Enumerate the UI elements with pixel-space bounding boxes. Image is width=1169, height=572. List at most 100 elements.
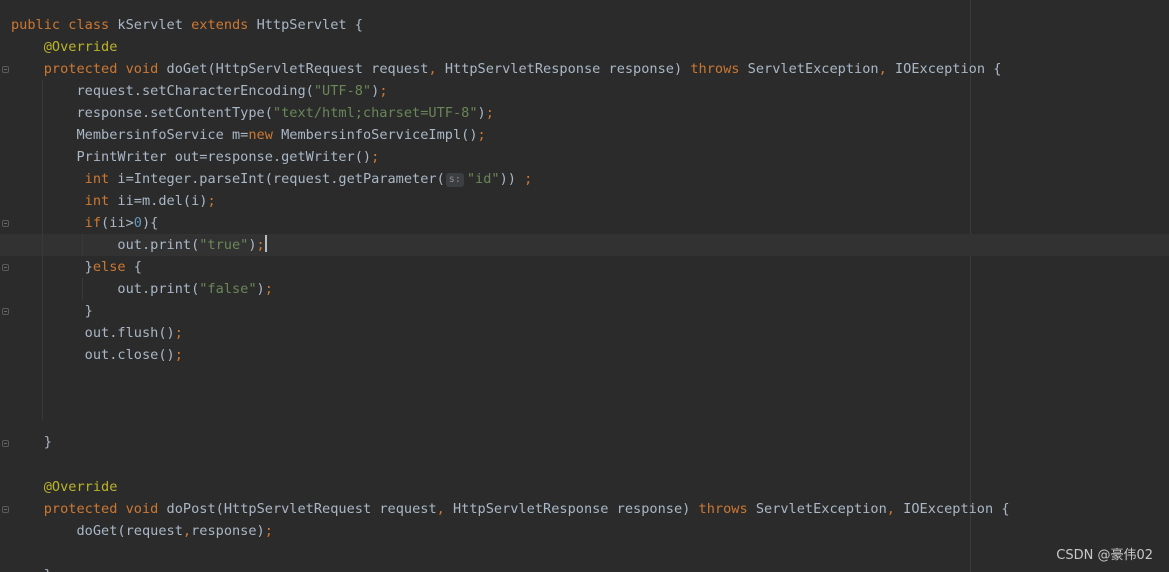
code-line[interactable]: @Override [11,476,118,498]
code-token: extends [191,17,249,33]
code-token: out.close() [84,347,175,363]
code-line[interactable]: } [11,300,93,322]
code-token: @Override [43,39,118,55]
parameter-name-hint: s: [445,173,464,187]
code-token: "true" [199,237,249,253]
code-token: } [84,259,93,275]
code-token: "id" [466,171,500,187]
code-token: )) [499,171,525,187]
code-token: ) [477,105,486,121]
code-line[interactable]: int ii=m.del(i); [11,190,216,212]
code-token: , [428,61,437,77]
code-token: , [878,61,887,77]
code-token: if [84,215,102,231]
code-line[interactable]: } [11,564,52,572]
code-line[interactable]: } [11,431,52,453]
code-token: HttpServletResponse response) [436,61,691,77]
code-token: out.print( [117,237,200,253]
code-line[interactable]: protected void doGet(HttpServletRequest … [11,58,1002,80]
code-line[interactable]: out.print("true"); [11,234,267,256]
code-token: ; [256,237,265,253]
code-token: ; [264,523,273,539]
code-token: ){ [141,215,159,231]
code-token: kServlet [117,17,183,33]
code-token: HttpServletResponse response) [444,501,699,517]
code-token: out.print( [117,281,200,297]
code-token: , [886,501,895,517]
code-token: doGet(HttpServletRequest request [166,61,429,77]
code-token: MembersinfoServiceImpl() [272,127,478,143]
code-token: int [84,171,110,187]
code-token: ServletException [747,501,887,517]
code-token: protected [43,61,118,77]
fold-icon[interactable] [2,66,9,73]
code-token: void [125,61,159,77]
code-token: } [84,303,93,319]
code-token: ; [264,281,273,297]
code-token: ; [524,171,533,187]
code-token: ; [477,127,486,143]
fold-icon[interactable] [2,440,9,447]
fold-icon[interactable] [2,506,9,513]
code-token: ; [207,193,216,209]
code-token: { [125,259,142,275]
code-editor[interactable]: public class kServlet extends HttpServle… [0,0,1169,572]
code-token: } [44,567,52,572]
code-token: MembersinfoService m= [76,127,249,143]
code-token: ; [371,149,380,165]
code-line[interactable]: out.close(); [11,344,183,366]
code-line[interactable]: doGet(request,response); [11,520,273,542]
code-token: @Override [43,479,118,495]
code-token: protected [43,501,118,517]
code-token: HttpServlet { [256,17,363,33]
code-token: "false" [199,281,257,297]
code-token: i=Integer.parseInt(request.getParameter( [109,171,445,187]
code-token: 0 [133,215,142,231]
code-token: else [92,259,126,275]
fold-icon[interactable] [2,264,9,271]
code-token: ; [379,83,388,99]
code-line[interactable]: if(ii>0){ [11,212,159,234]
code-line[interactable]: PrintWriter out=response.getWriter(); [11,146,379,168]
code-token: , [182,523,192,539]
code-token: PrintWriter out=response.getWriter() [76,149,372,165]
code-line[interactable]: @Override [11,36,118,58]
code-token: out.flush() [84,325,175,341]
fold-icon[interactable] [2,220,9,227]
text-caret [264,235,267,252]
code-token: } [43,434,52,450]
code-token: , [436,501,445,517]
code-token: request.setCharacterEncoding( [76,83,314,99]
code-token: doGet(request [76,523,183,539]
code-token: ) [256,281,265,297]
code-line[interactable]: out.print("false"); [11,278,273,300]
code-token: new [248,127,273,143]
code-token: "text/html;charset=UTF-8" [272,105,478,121]
code-line[interactable]: public class kServlet extends HttpServle… [11,14,363,36]
code-line[interactable]: response.setContentType("text/html;chars… [11,102,494,124]
right-margin-guide [970,0,971,572]
code-line[interactable]: request.setCharacterEncoding("UTF-8"); [11,80,388,102]
code-token: class [68,17,110,33]
code-token: ) [248,237,257,253]
code-token: "UTF-8" [313,83,372,99]
code-token: ; [174,325,183,341]
code-line[interactable]: protected void doPost(HttpServletRequest… [11,498,1010,520]
watermark: CSDN @豪伟02 [1056,548,1153,563]
code-token: ; [174,347,183,363]
code-token: doPost(HttpServletRequest request [166,501,437,517]
code-token: response) [191,523,265,539]
code-line[interactable]: }else { [11,256,142,278]
code-token: ; [485,105,494,121]
code-token: IOException { [886,61,1002,77]
code-token: throws [690,61,740,77]
code-token: (ii> [101,215,134,231]
code-token: IOException { [894,501,1010,517]
code-line[interactable]: out.flush(); [11,322,183,344]
code-token: ServletException [739,61,879,77]
code-token: void [125,501,159,517]
fold-icon[interactable] [2,308,9,315]
code-token: ii=m.del(i) [109,193,208,209]
code-line[interactable]: MembersinfoService m=new MembersinfoServ… [11,124,486,146]
code-line[interactable]: int i=Integer.parseInt(request.getParame… [11,168,532,190]
